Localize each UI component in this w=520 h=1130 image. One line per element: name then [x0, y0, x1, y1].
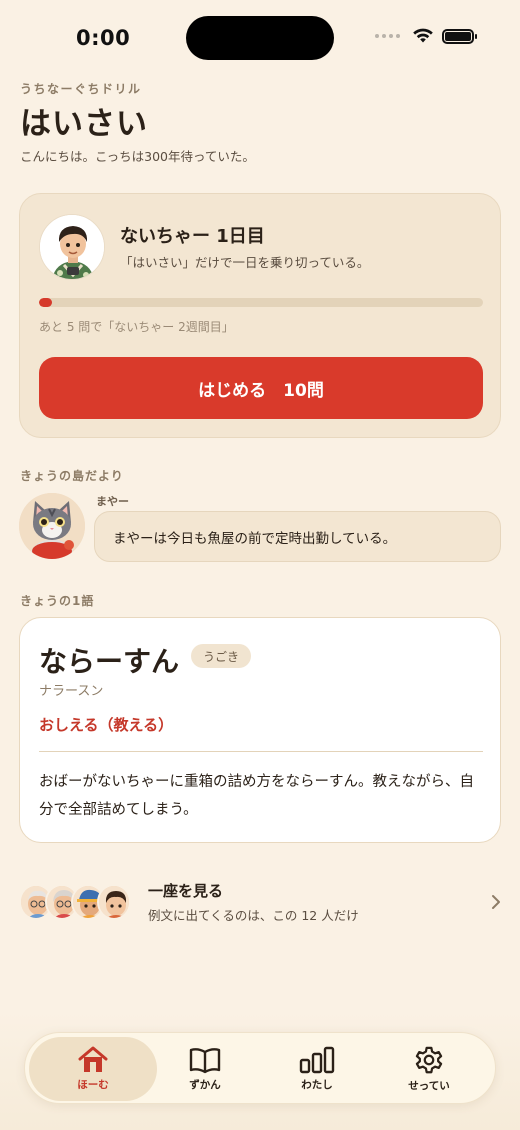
wifi-icon	[413, 28, 433, 43]
app-label: うちなーぐちドリル	[20, 82, 142, 96]
divider	[39, 751, 483, 752]
cast-avatars	[19, 884, 139, 924]
nav-item-me[interactable]: わたし	[261, 1037, 373, 1101]
cast-subtitle: 例文に出てくるのは、この 12 人だけ	[148, 908, 359, 923]
status-bar: 0:00	[0, 0, 520, 76]
cellular-signal-icon	[375, 34, 400, 38]
dynamic-island	[186, 16, 334, 60]
news-speech-bubble: まやーは今日も魚屋の前で定時出勤している。	[94, 511, 501, 562]
word-example-sentence: おばーがないちゃーに重箱の詰め方をならーすん。教えながら、自分で全部詰めてしまう…	[39, 774, 474, 818]
home-icon	[78, 1046, 108, 1072]
view-cast-row[interactable]: 一座を見る 例文に出てくるのは、この 12 人だけ	[19, 876, 501, 936]
status-icons	[375, 28, 477, 44]
island-news-label: きょうの島だより	[20, 469, 124, 483]
nav-label-settings: せってい	[408, 1080, 450, 1092]
nav-item-settings[interactable]: せってい	[373, 1037, 485, 1101]
word-reading: ナラースン	[39, 684, 104, 699]
nav-item-encyclopedia[interactable]: ずかん	[149, 1037, 261, 1101]
cat-avatar	[19, 493, 85, 559]
nav-label-encyclopedia: ずかん	[189, 1079, 221, 1091]
level-description: 「はいさい」だけで一日を乗り切っている。	[120, 255, 370, 270]
cast-avatar	[97, 884, 131, 920]
nav-label-me: わたし	[301, 1079, 333, 1091]
word-meaning: おしえる（教える）	[39, 716, 174, 734]
word-of-day-card[interactable]: ならーすん うごき ナラースン おしえる（教える） おばーがないちゃーに重箱の詰…	[19, 617, 501, 843]
speaker-name: まやー	[96, 495, 129, 508]
nav-label-home: ほーむ	[77, 1079, 109, 1091]
word-of-day-label: きょうの1語	[20, 594, 95, 608]
battery-icon	[442, 28, 477, 44]
level-progress-card: ないちゃー 1日目 「はいさい」だけで一日を乗り切っている。 あと 5 問で「な…	[19, 193, 501, 438]
status-time: 0:00	[76, 26, 131, 50]
player-avatar	[39, 214, 105, 280]
word-title: ならーすん	[39, 645, 180, 678]
progress-bar	[39, 298, 483, 307]
chevron-right-icon	[492, 895, 500, 909]
page-title: はいさい	[20, 106, 148, 142]
level-title: ないちゃー 1日目	[120, 226, 265, 247]
page-subtitle: こんにちは。こっちは300年待っていた。	[20, 149, 255, 164]
gear-icon	[415, 1046, 443, 1074]
start-quiz-button[interactable]: はじめる 10問	[39, 357, 483, 419]
progress-bar-fill	[39, 298, 53, 307]
book-icon	[189, 1048, 221, 1074]
nav-item-home[interactable]: ほーむ	[29, 1037, 157, 1101]
news-message: まやーは今日も魚屋の前で定時出勤している。	[113, 530, 397, 547]
word-category-tag: うごき	[191, 644, 252, 668]
bottom-nav: ほーむ ずかん わたし せってい	[24, 1032, 496, 1104]
cast-title: 一座を見る	[148, 882, 224, 900]
progress-remaining-text: あと 5 問で「ないちゃー 2週間目」	[39, 320, 234, 334]
bar-chart-icon	[299, 1046, 335, 1074]
